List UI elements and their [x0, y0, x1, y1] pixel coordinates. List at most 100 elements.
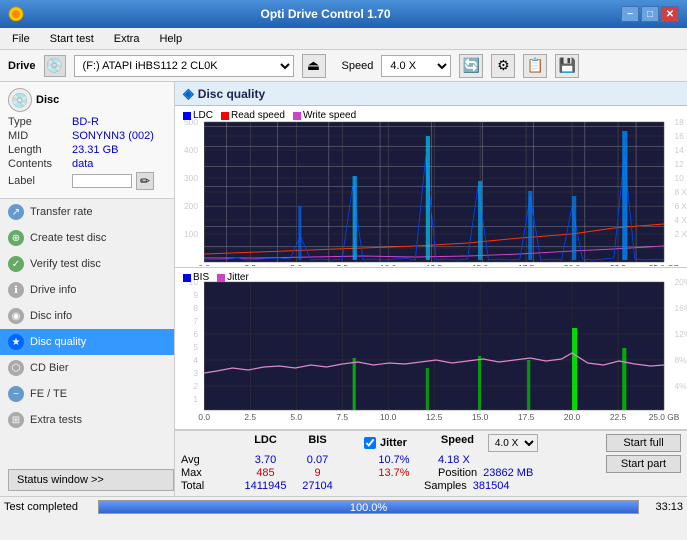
refresh-button[interactable]: 🔄	[459, 54, 483, 78]
jitter-checkbox[interactable]	[364, 437, 376, 449]
svg-text:5.0: 5.0	[290, 264, 302, 266]
transfer-rate-icon: ↗	[8, 204, 24, 220]
speed-label: Speed	[342, 60, 374, 72]
stats-total-label: Total	[181, 480, 236, 492]
disc-label-edit-button[interactable]: ✏	[136, 172, 154, 190]
svg-text:400: 400	[184, 146, 198, 155]
sidebar-item-transfer-rate[interactable]: ↗ Transfer rate	[0, 199, 174, 225]
legend-ldc-dot	[183, 112, 191, 120]
menu-file[interactable]: File	[4, 31, 38, 47]
disc-info-icon: ◉	[8, 308, 24, 324]
legend-jitter-label: Jitter	[227, 272, 249, 283]
disc-mid-label: MID	[8, 130, 68, 142]
svg-text:300: 300	[184, 174, 198, 183]
info-button[interactable]: 📋	[523, 54, 547, 78]
svg-text:10.0: 10.0	[380, 264, 397, 266]
sidebar-item-cd-bier[interactable]: ⬡ CD Bier	[0, 355, 174, 381]
minimize-button[interactable]: −	[621, 6, 639, 22]
start-full-button[interactable]: Start full	[606, 434, 681, 452]
drive-icon: 💿	[44, 55, 66, 77]
samples-label: Samples	[424, 480, 467, 492]
stats-spacer3	[409, 434, 439, 452]
sidebar-item-fe-te[interactable]: ~ FE / TE	[0, 381, 174, 407]
stats-spacer	[181, 434, 236, 452]
chart2-svg: 10 9 8 7 6 5 4 3 2 1 20% 16% 12% 8% 4%	[175, 268, 687, 423]
stats-left-panel: LDC BIS Jitter Speed 4.0 X Av	[181, 434, 602, 493]
menu-extra[interactable]: Extra	[106, 31, 148, 47]
svg-text:16 X: 16 X	[674, 132, 687, 141]
stats-speed-header: Speed	[441, 434, 474, 452]
stats-headers: LDC BIS Jitter Speed 4.0 X	[181, 434, 602, 452]
speed-select[interactable]: 4.0 X	[381, 55, 451, 77]
fe-te-icon: ~	[8, 386, 24, 402]
status-window-button[interactable]: Status window >>	[8, 469, 174, 491]
stats-bar: LDC BIS Jitter Speed 4.0 X Av	[175, 430, 687, 496]
create-test-disc-icon: ⊕	[8, 230, 24, 246]
stats-avg-ldc: 3.70	[238, 454, 293, 466]
disc-label-input[interactable]	[72, 174, 132, 188]
svg-text:7.5: 7.5	[336, 264, 348, 266]
svg-text:20.0: 20.0	[564, 413, 581, 422]
legend-read-speed-label: Read speed	[231, 110, 285, 121]
stats-speed-select[interactable]: 4.0 X	[488, 434, 538, 452]
disc-contents-value: data	[72, 158, 93, 170]
drive-label: Drive	[8, 60, 36, 72]
stats-max-label: Max	[181, 467, 236, 479]
maximize-button[interactable]: □	[641, 6, 659, 22]
sidebar-item-create-test-disc[interactable]: ⊕ Create test disc	[0, 225, 174, 251]
chart1-wrapper: LDC Read speed Write speed	[175, 106, 687, 268]
status-window-area: Status window >>	[0, 464, 174, 496]
stats-max-row: Max 485 9 13.7% Position 23862 MB	[181, 467, 602, 479]
svg-text:9: 9	[193, 291, 198, 300]
svg-text:2 X: 2 X	[674, 230, 687, 239]
svg-text:12%: 12%	[674, 330, 687, 339]
app-title: Opti Drive Control 1.70	[30, 7, 621, 21]
svg-text:0.0: 0.0	[198, 264, 210, 266]
sidebar-item-extra-tests[interactable]: ⊞ Extra tests	[0, 407, 174, 433]
sidebar-item-label-drive-info: Drive info	[30, 284, 76, 296]
menu-help[interactable]: Help	[151, 31, 190, 47]
legend-jitter-dot	[217, 274, 225, 282]
legend-bis: BIS	[183, 272, 209, 283]
svg-text:15.0: 15.0	[472, 413, 489, 422]
chart1-legend: LDC Read speed Write speed	[179, 108, 360, 123]
svg-text:14 X: 14 X	[674, 146, 687, 155]
stats-max-ldc: 485	[238, 467, 293, 479]
start-part-button[interactable]: Start part	[606, 455, 681, 473]
sidebar-item-disc-quality[interactable]: ★ Disc quality	[0, 329, 174, 355]
jitter-section: Jitter	[364, 434, 407, 452]
sidebar-item-disc-info[interactable]: ◉ Disc info	[0, 303, 174, 329]
eject-button[interactable]: ⏏	[302, 54, 326, 78]
drive-select[interactable]: (F:) ATAPI iHBS112 2 CL0K	[74, 55, 294, 77]
content-area: ◈ Disc quality LDC Read speed	[175, 82, 687, 496]
disc-mid-value: SONYNN3 (002)	[72, 130, 154, 142]
svg-text:8: 8	[193, 304, 198, 313]
svg-text:10 X: 10 X	[674, 174, 687, 183]
svg-text:3: 3	[193, 369, 198, 378]
svg-text:2: 2	[193, 382, 198, 391]
settings-button[interactable]: ⚙	[491, 54, 515, 78]
legend-ldc-label: LDC	[193, 110, 213, 121]
main-layout: 💿 Disc Type BD-R MID SONYNN3 (002) Lengt…	[0, 82, 687, 496]
time-label: 33:13	[643, 501, 683, 513]
sidebar-item-drive-info[interactable]: ℹ Drive info	[0, 277, 174, 303]
disc-length-label: Length	[8, 144, 68, 156]
menu-start-test[interactable]: Start test	[42, 31, 102, 47]
svg-text:10.0: 10.0	[380, 413, 397, 422]
svg-text:12.5: 12.5	[426, 413, 443, 422]
svg-text:1: 1	[193, 395, 198, 404]
close-button[interactable]: ✕	[661, 6, 679, 22]
disc-type-value: BD-R	[72, 116, 99, 128]
svg-text:18 X: 18 X	[674, 118, 687, 127]
svg-text:2.5: 2.5	[244, 264, 256, 266]
svg-text:17.5: 17.5	[518, 264, 535, 266]
sidebar-item-label-fe-te: FE / TE	[30, 388, 67, 400]
position-value: 23862 MB	[483, 467, 533, 479]
stats-bis-header: BIS	[295, 434, 340, 452]
legend-jitter: Jitter	[217, 272, 249, 283]
save-button[interactable]: 💾	[555, 54, 579, 78]
legend-read-speed-dot	[221, 112, 229, 120]
disc-length-value: 23.31 GB	[72, 144, 118, 156]
sidebar-item-verify-test-disc[interactable]: ✓ Verify test disc	[0, 251, 174, 277]
svg-text:16%: 16%	[674, 304, 687, 313]
